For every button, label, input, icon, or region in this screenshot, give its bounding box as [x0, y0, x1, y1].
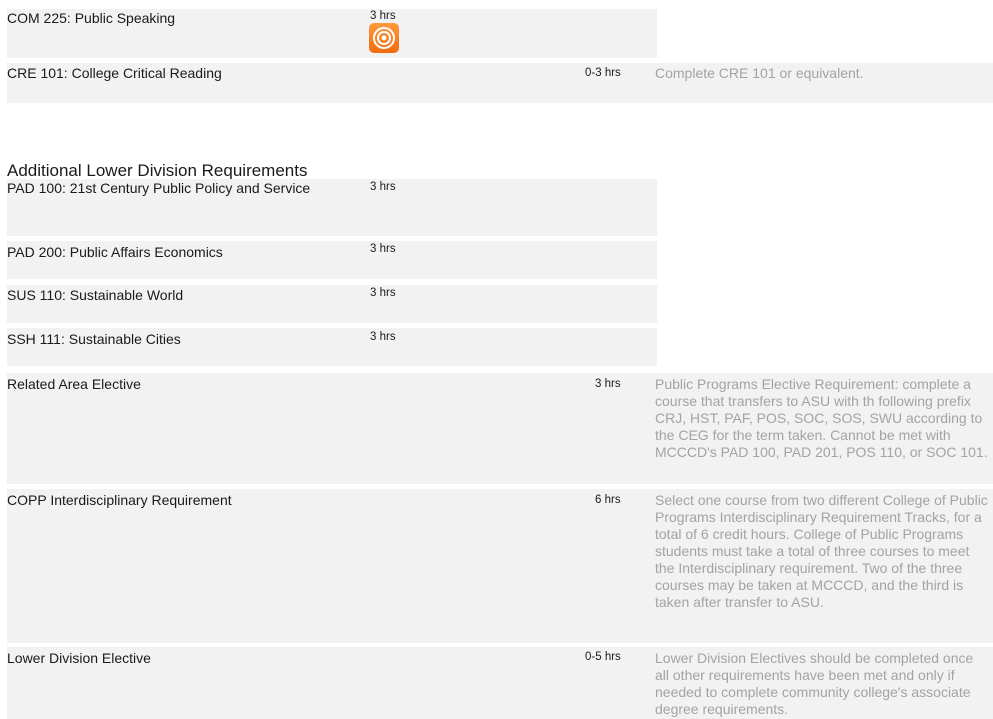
course-hours: 3 hrs — [370, 243, 396, 255]
course-hours: 0-3 hrs — [585, 67, 621, 79]
course-hours: 3 hrs — [370, 10, 396, 22]
course-note: Lower Division Electives should be compl… — [655, 650, 974, 717]
course-title: CRE 101: College Critical Reading — [7, 65, 222, 81]
course-title: COM 225: Public Speaking — [7, 10, 176, 26]
course-note: Select one course from two different Col… — [655, 492, 988, 610]
course-title: PAD 200: Public Affairs Economics — [7, 244, 223, 260]
course-title: Lower Division Elective — [7, 650, 151, 666]
course-hours: 3 hrs — [370, 331, 396, 343]
course-note: Public Programs Elective Requirement: co… — [655, 376, 988, 460]
course-title: Related Area Elective — [7, 376, 141, 392]
course-hours: 3 hrs — [595, 378, 621, 390]
course-hours: 3 hrs — [370, 181, 396, 193]
course-title: SUS 110: Sustainable World — [7, 287, 184, 303]
course-note: Complete CRE 101 or equivalent. — [655, 65, 864, 81]
course-title: SSH 111: Sustainable Cities — [7, 331, 181, 347]
section-title: Additional Lower Division Requirements — [7, 161, 308, 180]
course-title: PAD 100: 21st Century Public Policy and … — [7, 180, 311, 196]
course-hours: 0-5 hrs — [585, 651, 621, 663]
course-hours: 3 hrs — [370, 287, 396, 299]
course-hours: 6 hrs — [595, 494, 621, 506]
speaking-badge-icon[interactable] — [369, 23, 399, 53]
course-title: COPP Interdisciplinary Requirement — [7, 492, 232, 508]
